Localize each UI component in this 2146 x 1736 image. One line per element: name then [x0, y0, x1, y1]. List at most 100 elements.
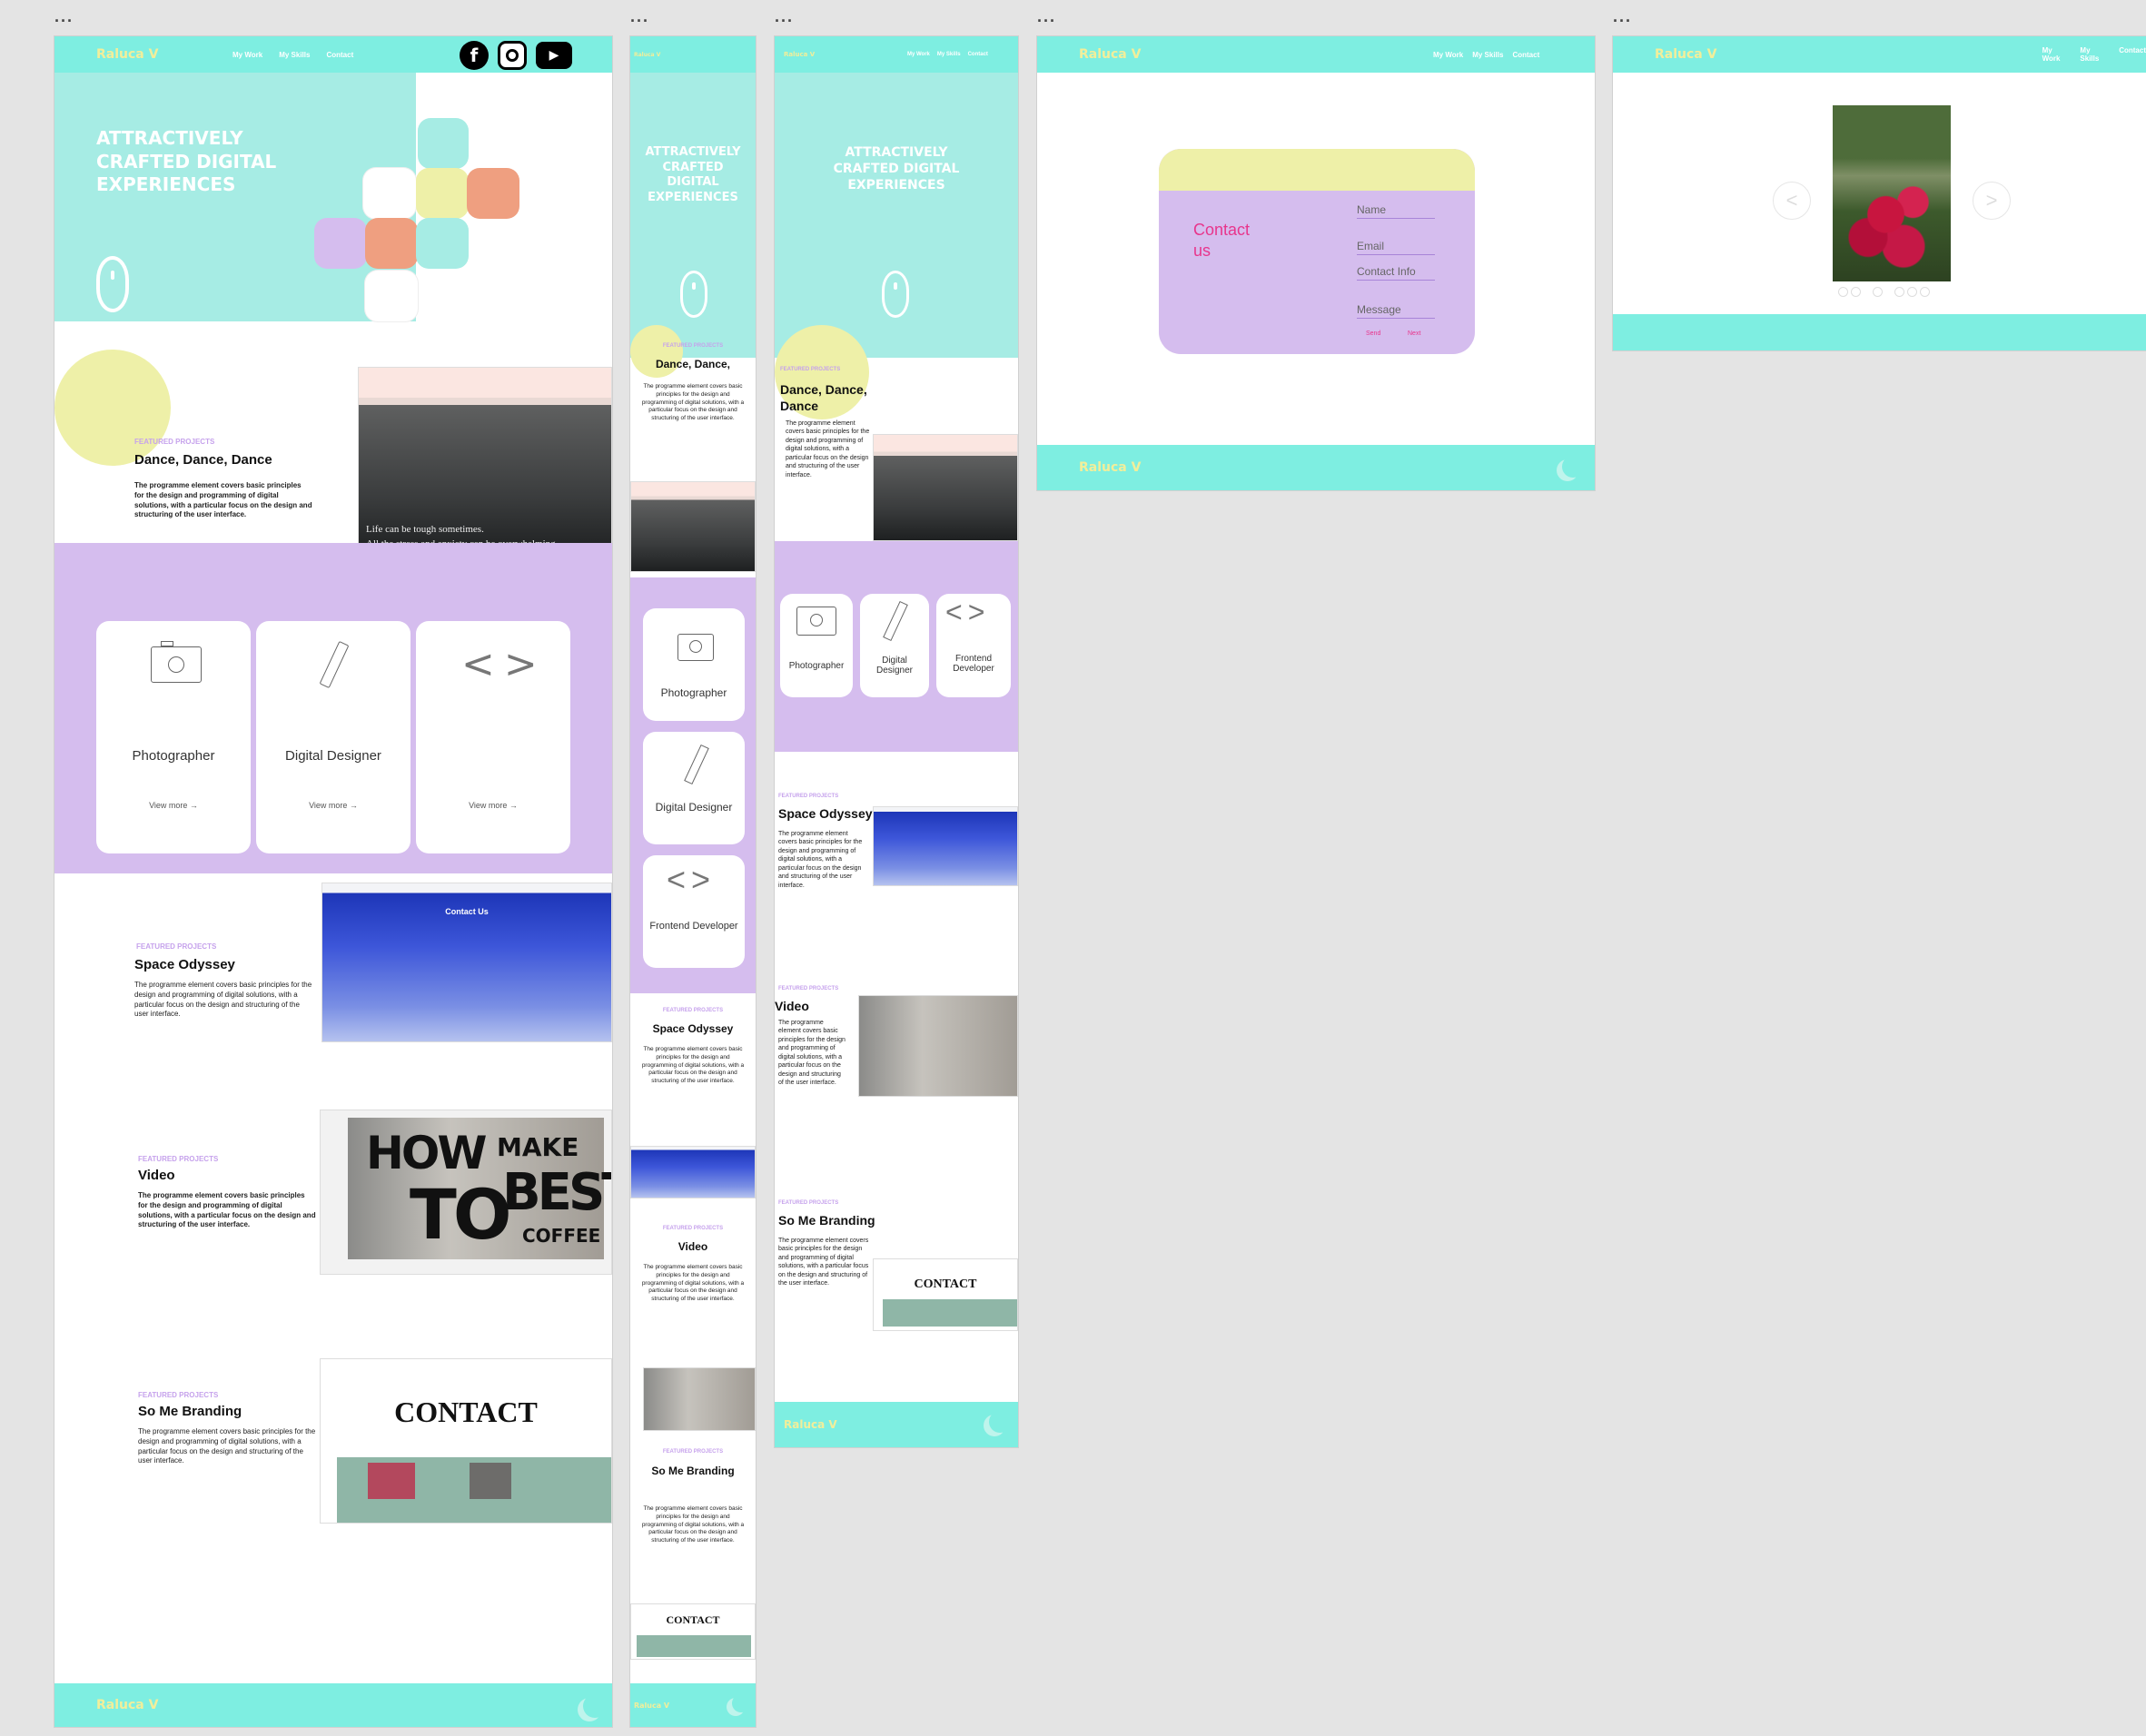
nav-contact[interactable]: Contact	[2119, 46, 2146, 63]
view-more-link[interactable]: View more →	[416, 801, 570, 810]
skill-card-frontend-developer[interactable]: <> Frontend Developer	[643, 855, 745, 968]
code-icon: <>	[461, 641, 547, 687]
view-more-link[interactable]: View more →	[256, 801, 410, 810]
project-title-video[interactable]: Video	[138, 1168, 175, 1183]
project-eyebrow: FEATURED PROJECTS	[662, 1226, 724, 1231]
project-thumb-dance[interactable]: Life can be tough sometimes. All the str…	[358, 367, 612, 556]
project-title-space[interactable]: Space Odyssey	[778, 806, 873, 821]
project-thumb-branding[interactable]: CONTACT	[630, 1603, 756, 1660]
carousel-dot[interactable]	[1851, 287, 1861, 297]
send-button[interactable]: Send	[1366, 330, 1380, 337]
project-title-video[interactable]: Video	[630, 1240, 756, 1253]
hero-title-line: CRAFTED	[662, 160, 724, 174]
frame-menu-dots[interactable]: ···	[1613, 13, 1632, 29]
project-thumb-video[interactable]	[858, 995, 1018, 1097]
carousel-dot[interactable]	[1894, 287, 1904, 297]
hero-title: ATTRACTIVELY CRAFTED DIGITAL EXPERIENCES	[630, 145, 756, 206]
project-thumb-video[interactable]	[643, 1367, 756, 1431]
footer-brand[interactable]: Raluca V	[1079, 460, 1141, 475]
camera-icon	[677, 634, 714, 661]
next-button[interactable]: Next	[1408, 330, 1420, 337]
carousel-dot[interactable]	[1873, 287, 1883, 297]
skill-card-digital-designer[interactable]: Digital Designer	[643, 732, 745, 844]
project-title-dance[interactable]: Dance, Dance,	[630, 358, 756, 370]
nav-my-work[interactable]: My Work	[1433, 51, 1463, 59]
project-thumb-video[interactable]: HOW TO MAKE BEST COFFEE	[320, 1110, 612, 1275]
carousel-dot[interactable]	[1838, 287, 1848, 297]
project-thumb-space[interactable]	[873, 806, 1018, 886]
desktop-home-frame: Raluca V My Work My Skills Contact f ▶ A…	[54, 36, 612, 1727]
brand-logo[interactable]: Raluca V	[1079, 47, 1397, 62]
instagram-icon[interactable]	[498, 41, 527, 70]
view-more-link[interactable]: View more →	[96, 801, 251, 810]
skill-label: Photographer	[660, 686, 727, 699]
skill-card-frontend-developer[interactable]: <> View more →	[416, 621, 570, 853]
nav-my-work[interactable]: My Work	[232, 51, 262, 59]
skill-card-photographer[interactable]: Photographer	[780, 594, 853, 697]
project-title-video[interactable]: Video	[775, 999, 809, 1013]
skill-card-digital-designer[interactable]: Digital Designer View more →	[256, 621, 410, 853]
scroll-mouse-icon[interactable]	[96, 256, 129, 312]
project-title-branding[interactable]: So Me Branding	[138, 1404, 242, 1419]
project-title-space[interactable]: Space Odyssey	[630, 1022, 756, 1035]
brand-logo[interactable]: Raluca V	[634, 52, 660, 58]
project-desc: The programme element covers basic princ…	[134, 981, 312, 1019]
project-title-branding[interactable]: So Me Branding	[778, 1213, 875, 1228]
project-title-dance[interactable]: Dance, Dance, Dance	[780, 381, 889, 414]
brand-logo[interactable]: Raluca V	[1655, 47, 2001, 62]
skill-card-photographer[interactable]: Photographer	[643, 608, 745, 721]
footer-brand[interactable]: Raluca V	[96, 1698, 158, 1712]
footer-brand[interactable]: Raluca V	[634, 1701, 669, 1710]
carousel-dot[interactable]	[1920, 287, 1930, 297]
youtube-icon[interactable]: ▶	[536, 42, 572, 69]
carousel-dots[interactable]	[1838, 285, 1933, 301]
nav-my-work[interactable]: My Work	[2042, 46, 2072, 63]
frame-menu-dots[interactable]: ···	[775, 13, 794, 29]
nav-my-skills[interactable]: My Skills	[937, 52, 961, 57]
frame-menu-dots[interactable]: ···	[54, 13, 74, 29]
skill-card-digital-designer[interactable]: Digital Designer	[860, 594, 929, 697]
nav-my-skills[interactable]: My Skills	[2080, 46, 2110, 63]
project-thumb-dance[interactable]	[873, 434, 1018, 541]
brand-logo[interactable]: Raluca V	[96, 47, 232, 62]
project-thumb-space[interactable]: Contact Us	[321, 883, 612, 1042]
project-thumb-space[interactable]	[630, 1146, 756, 1198]
nav-my-work[interactable]: My Work	[907, 52, 930, 57]
project-title-dance[interactable]: Dance, Dance, Dance	[134, 452, 272, 468]
footer-brand[interactable]: Raluca V	[784, 1418, 837, 1431]
hero-title-line: ATTRACTIVELY	[96, 127, 243, 149]
nav-my-skills[interactable]: My Skills	[1472, 51, 1503, 59]
nav-contact[interactable]: Contact	[968, 52, 988, 57]
desktop-footer: Raluca V	[54, 1683, 612, 1727]
hero-title: ATTRACTIVELY CRAFTED DIGITAL EXPERIENCES	[96, 127, 276, 197]
skill-label: Photographer	[788, 661, 845, 671]
project-eyebrow: FEATURED PROJECTS	[138, 1155, 219, 1163]
deco-circle	[54, 350, 171, 466]
carousel-prev-button[interactable]: <	[1773, 182, 1811, 220]
frame-menu-dots[interactable]: ···	[1037, 13, 1056, 29]
skill-card-frontend-developer[interactable]: <> Frontend Developer	[936, 594, 1011, 697]
contact-card: Contact us Name Email Contact Info Messa…	[1159, 149, 1475, 354]
carousel-dot[interactable]	[1907, 287, 1917, 297]
nav-contact[interactable]: Contact	[1512, 51, 1539, 59]
pencil-icon	[883, 600, 908, 642]
facebook-icon[interactable]: f	[460, 41, 489, 70]
project-title-branding[interactable]: So Me Branding	[648, 1464, 737, 1479]
nav-my-skills[interactable]: My Skills	[279, 51, 310, 59]
carousel-next-button[interactable]: >	[1973, 182, 2011, 220]
scroll-mouse-icon[interactable]	[882, 271, 909, 318]
project-thumb-dance[interactable]	[630, 481, 756, 572]
frame-menu-dots[interactable]: ···	[630, 13, 649, 29]
brand-logo[interactable]: Raluca V	[784, 51, 907, 58]
project-thumb-branding[interactable]: CONTACT	[320, 1358, 612, 1524]
contact-info-field[interactable]: Contact Info	[1357, 265, 1435, 281]
carousel-image[interactable]	[1833, 105, 1951, 281]
scroll-mouse-icon[interactable]	[680, 271, 707, 318]
skill-card-photographer[interactable]: Photographer View more →	[96, 621, 251, 853]
nav-contact[interactable]: Contact	[326, 51, 353, 59]
project-thumb-branding[interactable]: CONTACT	[873, 1258, 1018, 1331]
message-field[interactable]: Message	[1357, 303, 1435, 319]
email-field[interactable]: Email	[1357, 240, 1435, 255]
name-field[interactable]: Name	[1357, 203, 1435, 219]
project-title-space[interactable]: Space Odyssey	[134, 957, 235, 972]
